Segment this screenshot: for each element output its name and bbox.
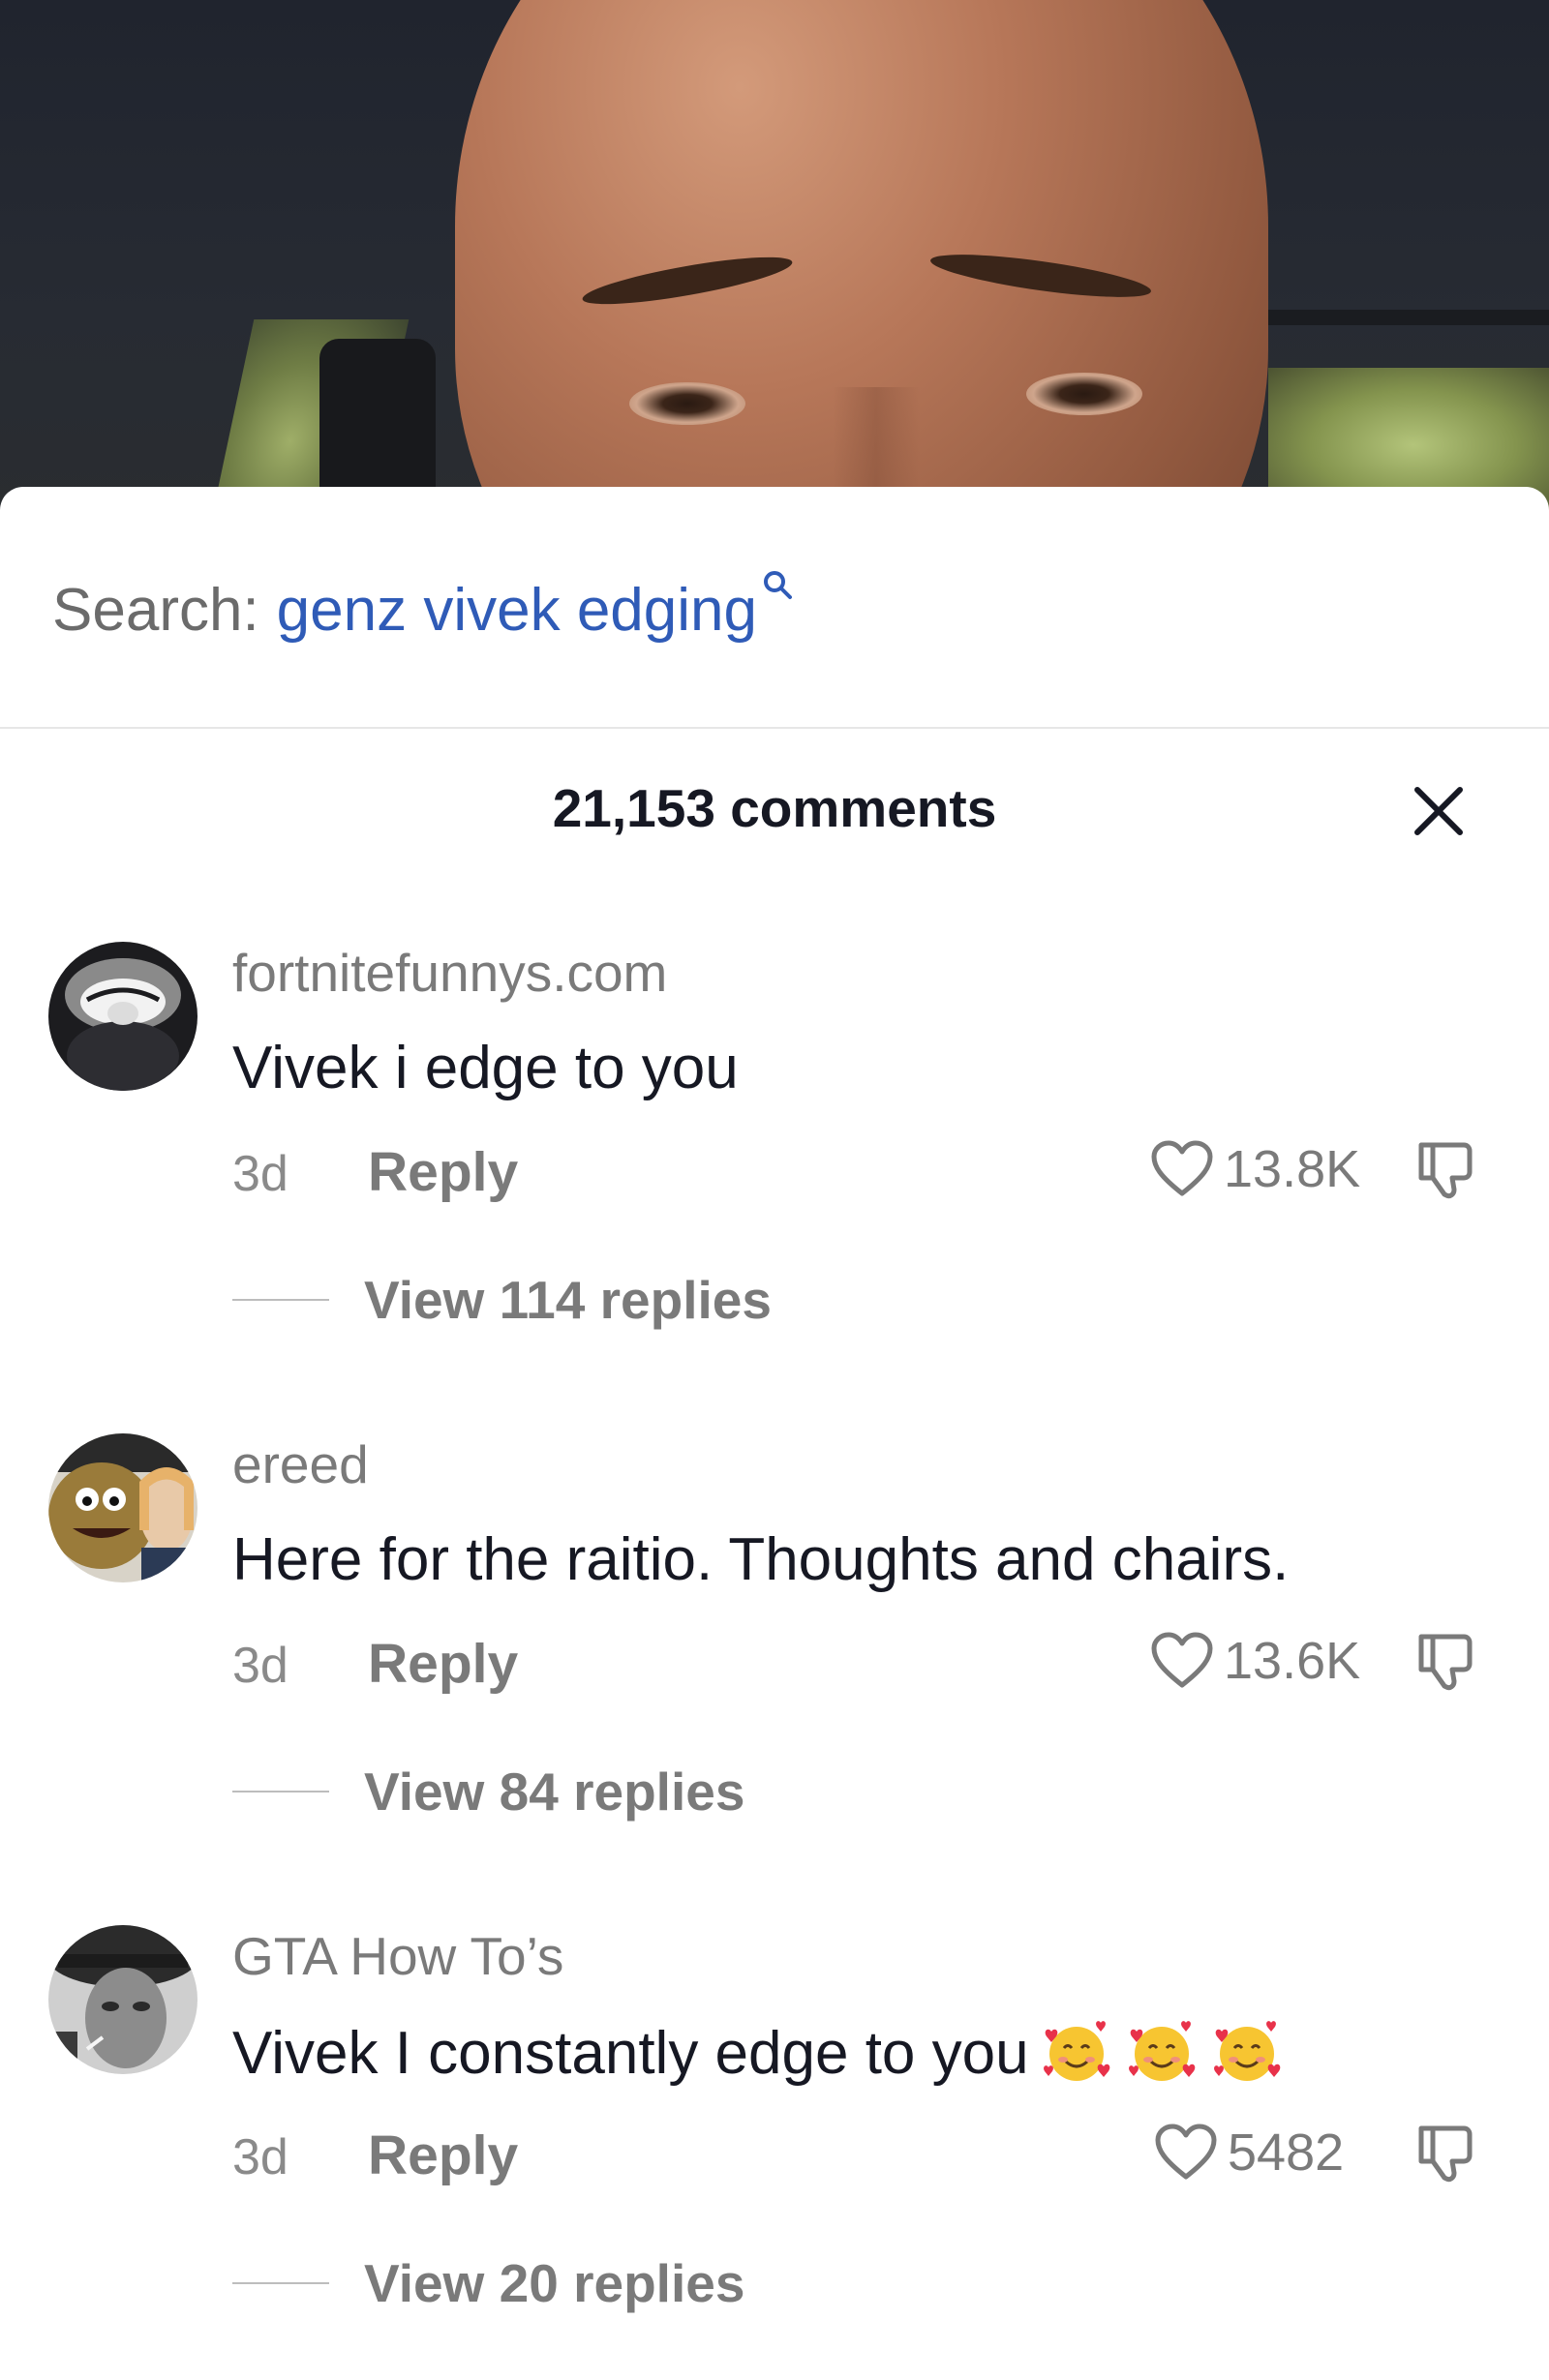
view-replies-button[interactable]: View 84 replies xyxy=(232,1758,744,1825)
video-person-eye xyxy=(629,382,745,425)
comments-sheet: Search: genz vivek edging 21,153 comment… xyxy=(0,487,1549,2364)
comment-timestamp: 3d xyxy=(232,2129,289,2185)
reply-button[interactable]: Reply xyxy=(368,2124,518,2187)
dislike-icon[interactable] xyxy=(1415,1631,1475,1693)
close-icon[interactable] xyxy=(1410,782,1468,840)
replies-line xyxy=(232,1299,329,1301)
replies-line xyxy=(232,2282,329,2284)
video-car-visor xyxy=(1259,310,1549,325)
smiling-face-with-hearts-icon xyxy=(1213,2021,1280,2081)
view-replies-label: View 114 replies xyxy=(364,1270,772,1330)
like-count: 13.6K xyxy=(1224,1632,1361,1690)
like-count: 5482 xyxy=(1228,2124,1345,2182)
comment-timestamp: 3d xyxy=(232,1638,289,1694)
search-query-text: genz vivek edging xyxy=(276,576,758,644)
search-prefix: Search: xyxy=(52,576,259,644)
video-frame[interactable] xyxy=(0,0,1549,523)
comment-text-body: Vivek I constantly edge to you xyxy=(232,2020,1029,2087)
heart-icon xyxy=(1151,1140,1213,1196)
comment-username[interactable]: GTA How To’s xyxy=(232,1925,563,1987)
like-count: 13.8K xyxy=(1224,1140,1361,1198)
comment-text: Vivek i edge to you xyxy=(232,1035,739,1101)
reply-button[interactable]: Reply xyxy=(368,1632,518,1696)
heart-icon xyxy=(1151,1632,1213,1688)
comment-item: ereed Here for the raitio. Thoughts and … xyxy=(0,1433,1549,1888)
heart-icon xyxy=(1155,2124,1217,2180)
avatar[interactable] xyxy=(48,1433,197,1582)
avatar[interactable] xyxy=(48,1925,197,2074)
view-replies-label: View 84 replies xyxy=(364,1762,745,1822)
like-button[interactable]: 13.6K xyxy=(1150,1627,1360,1695)
view-replies-button[interactable]: View 20 replies xyxy=(232,2249,744,2317)
comment-item: fortnitefunnys.com Vivek i edge to you 3… xyxy=(0,942,1549,1397)
search-icon xyxy=(764,570,793,599)
dislike-icon[interactable] xyxy=(1415,2123,1475,2184)
comment-username[interactable]: fortnitefunnys.com xyxy=(232,942,667,1004)
avatar[interactable] xyxy=(48,942,197,1091)
dislike-icon[interactable] xyxy=(1415,1139,1475,1201)
video-person-eye xyxy=(1026,373,1142,415)
comment-timestamp: 3d xyxy=(232,1146,289,1202)
view-replies-label: View 20 replies xyxy=(364,2253,745,2313)
smiling-face-with-hearts-icon xyxy=(1128,2021,1195,2081)
comments-count-title: 21,153 comments xyxy=(552,778,997,838)
like-button[interactable]: 13.8K xyxy=(1150,1135,1360,1203)
like-button[interactable]: 5482 xyxy=(1154,2119,1344,2186)
comment-username[interactable]: ereed xyxy=(232,1433,369,1495)
smiling-face-with-hearts-icon xyxy=(1043,2021,1109,2081)
replies-line xyxy=(232,1791,329,1793)
search-query-link[interactable]: genz vivek edging xyxy=(276,570,794,645)
comment-text: Vivek I constantly edge to you xyxy=(232,2017,1285,2088)
reply-button[interactable]: Reply xyxy=(368,1140,518,1204)
comment-item: GTA How To’s Vivek I constantly edge to … xyxy=(0,1925,1549,2380)
comment-text: Here for the raitio. Thoughts and chairs… xyxy=(232,1526,1290,1593)
divider xyxy=(0,727,1549,729)
search-suggestion[interactable]: Search: genz vivek edging xyxy=(52,570,794,645)
view-replies-button[interactable]: View 114 replies xyxy=(232,1266,772,1334)
